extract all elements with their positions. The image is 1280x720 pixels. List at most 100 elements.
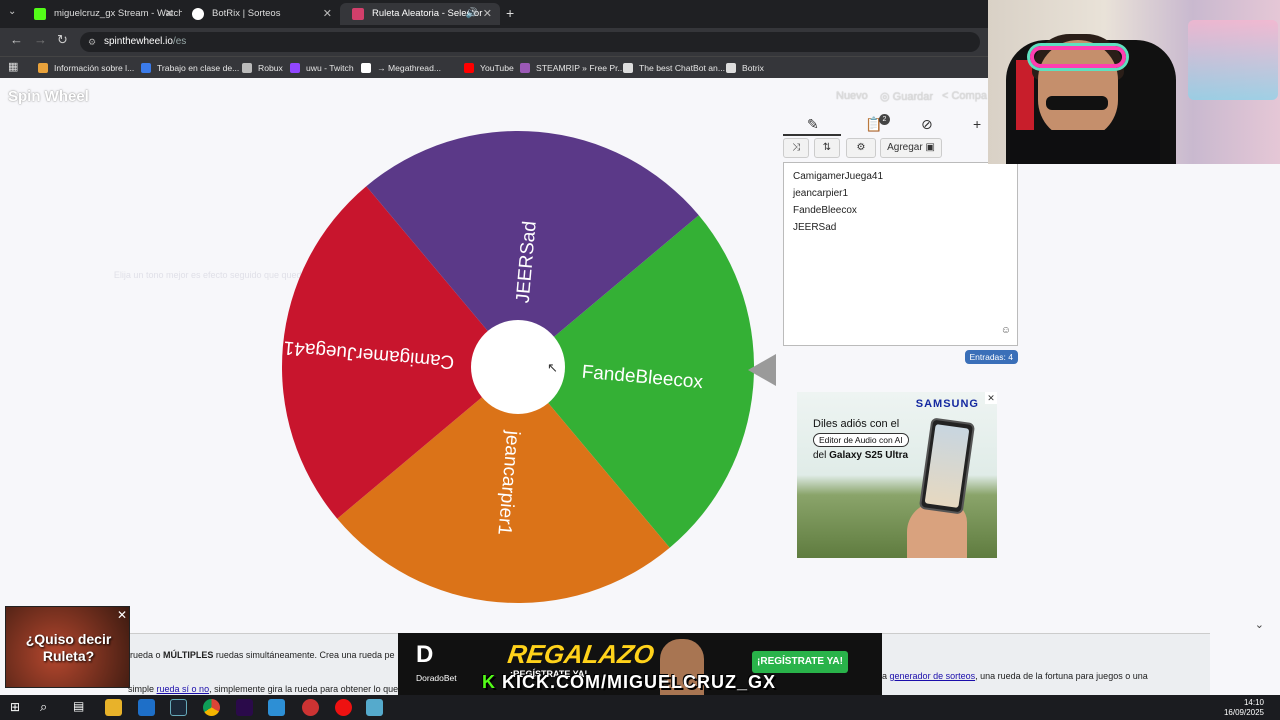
shuffle-button[interactable]: ⤨ bbox=[783, 138, 809, 158]
roulette-promo-popup[interactable]: ✕ ¿Quiso decir Ruleta? bbox=[5, 606, 130, 688]
spin-wheel[interactable]: FandeBleecoxjeancarpier1CamigamerJuega41… bbox=[280, 129, 756, 605]
steam-icon[interactable] bbox=[170, 699, 187, 716]
outlook-icon[interactable] bbox=[138, 699, 155, 716]
entry-line: CamigamerJuega41 bbox=[793, 171, 884, 182]
tab-ruleta[interactable]: Ruleta Aleatoria - Selector 🔊 ✕ bbox=[340, 3, 500, 25]
webcam-shirt bbox=[1010, 130, 1160, 164]
app-icon[interactable] bbox=[268, 699, 285, 716]
entries-panel: ✎ 📋 2 ⊘ + ⤨ ⇅ ⚙ Agregar ▣ CamigamerJuega… bbox=[783, 112, 1018, 364]
yes-no-wheel-link[interactable]: rueda sí o no bbox=[157, 684, 210, 694]
chrome-icon[interactable] bbox=[203, 699, 220, 716]
botrix-favicon-icon bbox=[192, 8, 204, 20]
reload-icon[interactable]: ↻ bbox=[57, 32, 68, 48]
ad-brand: SAMSUNG bbox=[915, 398, 979, 410]
bookmark-favicon-icon bbox=[38, 63, 48, 73]
wheel-favicon-icon bbox=[352, 8, 364, 20]
gear-icon: ⚙ bbox=[856, 142, 866, 153]
register-button[interactable]: ¡REGÍSTRATE YA! bbox=[752, 651, 848, 673]
bookmark-item[interactable]: uwu - Twitch bbox=[290, 60, 354, 76]
tab-botrix[interactable]: BotRix | Sorteos ✕ bbox=[180, 3, 340, 25]
youtube-icon bbox=[464, 63, 474, 73]
chevron-down-icon[interactable]: ⌄ bbox=[1255, 618, 1264, 631]
doradobet-logo-icon: D bbox=[416, 641, 434, 668]
bookmark-item[interactable]: Robux bbox=[242, 60, 283, 76]
bookmark-item[interactable]: Trabajo en clase de... bbox=[141, 60, 239, 76]
close-tab-icon[interactable]: ✕ bbox=[165, 3, 174, 25]
close-tab-icon[interactable]: ✕ bbox=[483, 3, 492, 25]
site-logo[interactable]: Spin Wheel bbox=[8, 88, 89, 105]
file-explorer-icon[interactable] bbox=[105, 699, 122, 716]
app-icon[interactable] bbox=[366, 699, 383, 716]
promo-text: ¿Quiso decir Ruleta? bbox=[25, 631, 112, 664]
entry-line: FandeBleecox bbox=[793, 205, 857, 216]
description-line-1: rueda o MÚLTIPLES ruedas simultáneamente… bbox=[130, 650, 395, 660]
opera-icon[interactable] bbox=[335, 699, 352, 716]
ad-phone-image bbox=[918, 417, 976, 515]
site-info-icon[interactable]: ⚙ bbox=[88, 32, 96, 52]
wheel-pointer-icon bbox=[748, 354, 776, 386]
tab-stream[interactable]: miguelcruz_gx Stream - Watch ✕ bbox=[22, 3, 182, 25]
entry-line: JEERSad bbox=[793, 222, 837, 233]
entry-line: jeancarpier1 bbox=[793, 188, 849, 199]
save-button[interactable]: ◎ Guardar bbox=[880, 90, 933, 103]
emoji-icon[interactable]: ☺ bbox=[1001, 322, 1011, 339]
close-tab-icon[interactable]: ✕ bbox=[323, 3, 332, 25]
back-icon[interactable]: ← bbox=[10, 32, 23, 47]
audio-icon[interactable]: 🔊 bbox=[466, 3, 478, 25]
entries-textarea[interactable]: CamigamerJuega41 jeancarpier1 FandeBleec… bbox=[783, 162, 1018, 346]
windows-taskbar: ⊞ ⌕ ▤ 14:10 16/09/2025 bbox=[0, 695, 1280, 720]
new-tab-icon[interactable]: + bbox=[506, 5, 514, 21]
bookmark-item[interactable]: YouTube bbox=[464, 60, 514, 76]
app-icon[interactable] bbox=[302, 699, 319, 716]
search-icon[interactable]: ⌕ bbox=[40, 699, 47, 715]
task-view-icon[interactable]: ▤ bbox=[73, 699, 84, 713]
webcam-sunglasses bbox=[1046, 96, 1108, 110]
system-clock[interactable]: 14:10 16/09/2025 bbox=[1224, 698, 1264, 718]
mouse-cursor-icon: ↖ bbox=[547, 360, 558, 375]
raffle-generator-link[interactable]: generador de sorteos bbox=[890, 671, 976, 681]
ad-line-2: Editor de Audio con AI bbox=[813, 433, 909, 447]
banner-brand: DoradoBet bbox=[416, 673, 457, 683]
samsung-ad[interactable]: ✕ SAMSUNG Diles adiós con el Editor de A… bbox=[797, 392, 997, 558]
bookmark-item[interactable]: STEAMRIP » Free Pr... bbox=[520, 60, 625, 76]
close-ad-icon[interactable]: ✕ bbox=[985, 392, 997, 404]
bookmark-favicon-icon bbox=[290, 63, 300, 73]
bookmark-item[interactable]: The best ChatBot an... bbox=[623, 60, 725, 76]
windows-start-icon[interactable]: ⊞ bbox=[10, 700, 20, 714]
tab-search-icon[interactable]: ⌄ bbox=[8, 6, 16, 17]
save-icon: ◎ bbox=[880, 91, 893, 103]
url-field[interactable]: ⚙ spinthewheel.io/es bbox=[80, 32, 980, 52]
image-icon: ▣ bbox=[925, 142, 935, 153]
page-content: Spin Wheel Nuevo ◎ Guardar < Compa Elija… bbox=[0, 78, 1280, 695]
streamer-webcam-overlay bbox=[988, 0, 1280, 164]
add-wheel-plus-icon[interactable]: + bbox=[973, 116, 981, 132]
active-tab-indicator bbox=[783, 134, 841, 136]
webcam-goggles bbox=[1030, 46, 1126, 68]
ad-line-1: Diles adiós con el bbox=[813, 418, 900, 430]
apps-grid-icon[interactable]: ▦ bbox=[8, 60, 18, 73]
share-button[interactable]: < Compa bbox=[942, 90, 987, 102]
kick-favicon-icon bbox=[34, 8, 46, 20]
bookmark-item[interactable]: → Megathread... bbox=[361, 60, 441, 76]
hide-tab-eye-icon[interactable]: ⊘ bbox=[921, 116, 933, 133]
close-popup-icon[interactable]: ✕ bbox=[117, 608, 127, 622]
ad-line-3: del Galaxy S25 Ultra bbox=[813, 450, 909, 461]
add-image-button[interactable]: Agregar ▣ bbox=[880, 138, 942, 158]
bookmark-favicon-icon bbox=[623, 63, 633, 73]
entries-count-badge: Entradas: 4 bbox=[964, 350, 1018, 364]
kick-logo-icon: K bbox=[482, 672, 496, 692]
edit-tab-pencil-icon[interactable]: ✎ bbox=[807, 116, 819, 133]
bookmark-favicon-icon bbox=[726, 63, 736, 73]
new-button[interactable]: Nuevo bbox=[836, 90, 868, 102]
settings-button[interactable]: ⚙ bbox=[846, 138, 876, 158]
premiere-icon[interactable] bbox=[236, 699, 253, 716]
description-line-2: a generador de sorteos, una rueda de la … bbox=[882, 671, 1148, 681]
bookmark-favicon-icon bbox=[361, 63, 371, 73]
bookmark-item[interactable]: Información sobre l... bbox=[38, 60, 134, 76]
bookmark-item[interactable]: Botrix bbox=[726, 60, 764, 76]
sort-button[interactable]: ⇅ bbox=[814, 138, 840, 158]
forward-icon[interactable]: → bbox=[34, 32, 47, 47]
webcam-background-toys bbox=[1188, 20, 1278, 100]
banner-headline: REGALAZO bbox=[505, 639, 657, 669]
results-count-badge: 2 bbox=[879, 114, 890, 125]
